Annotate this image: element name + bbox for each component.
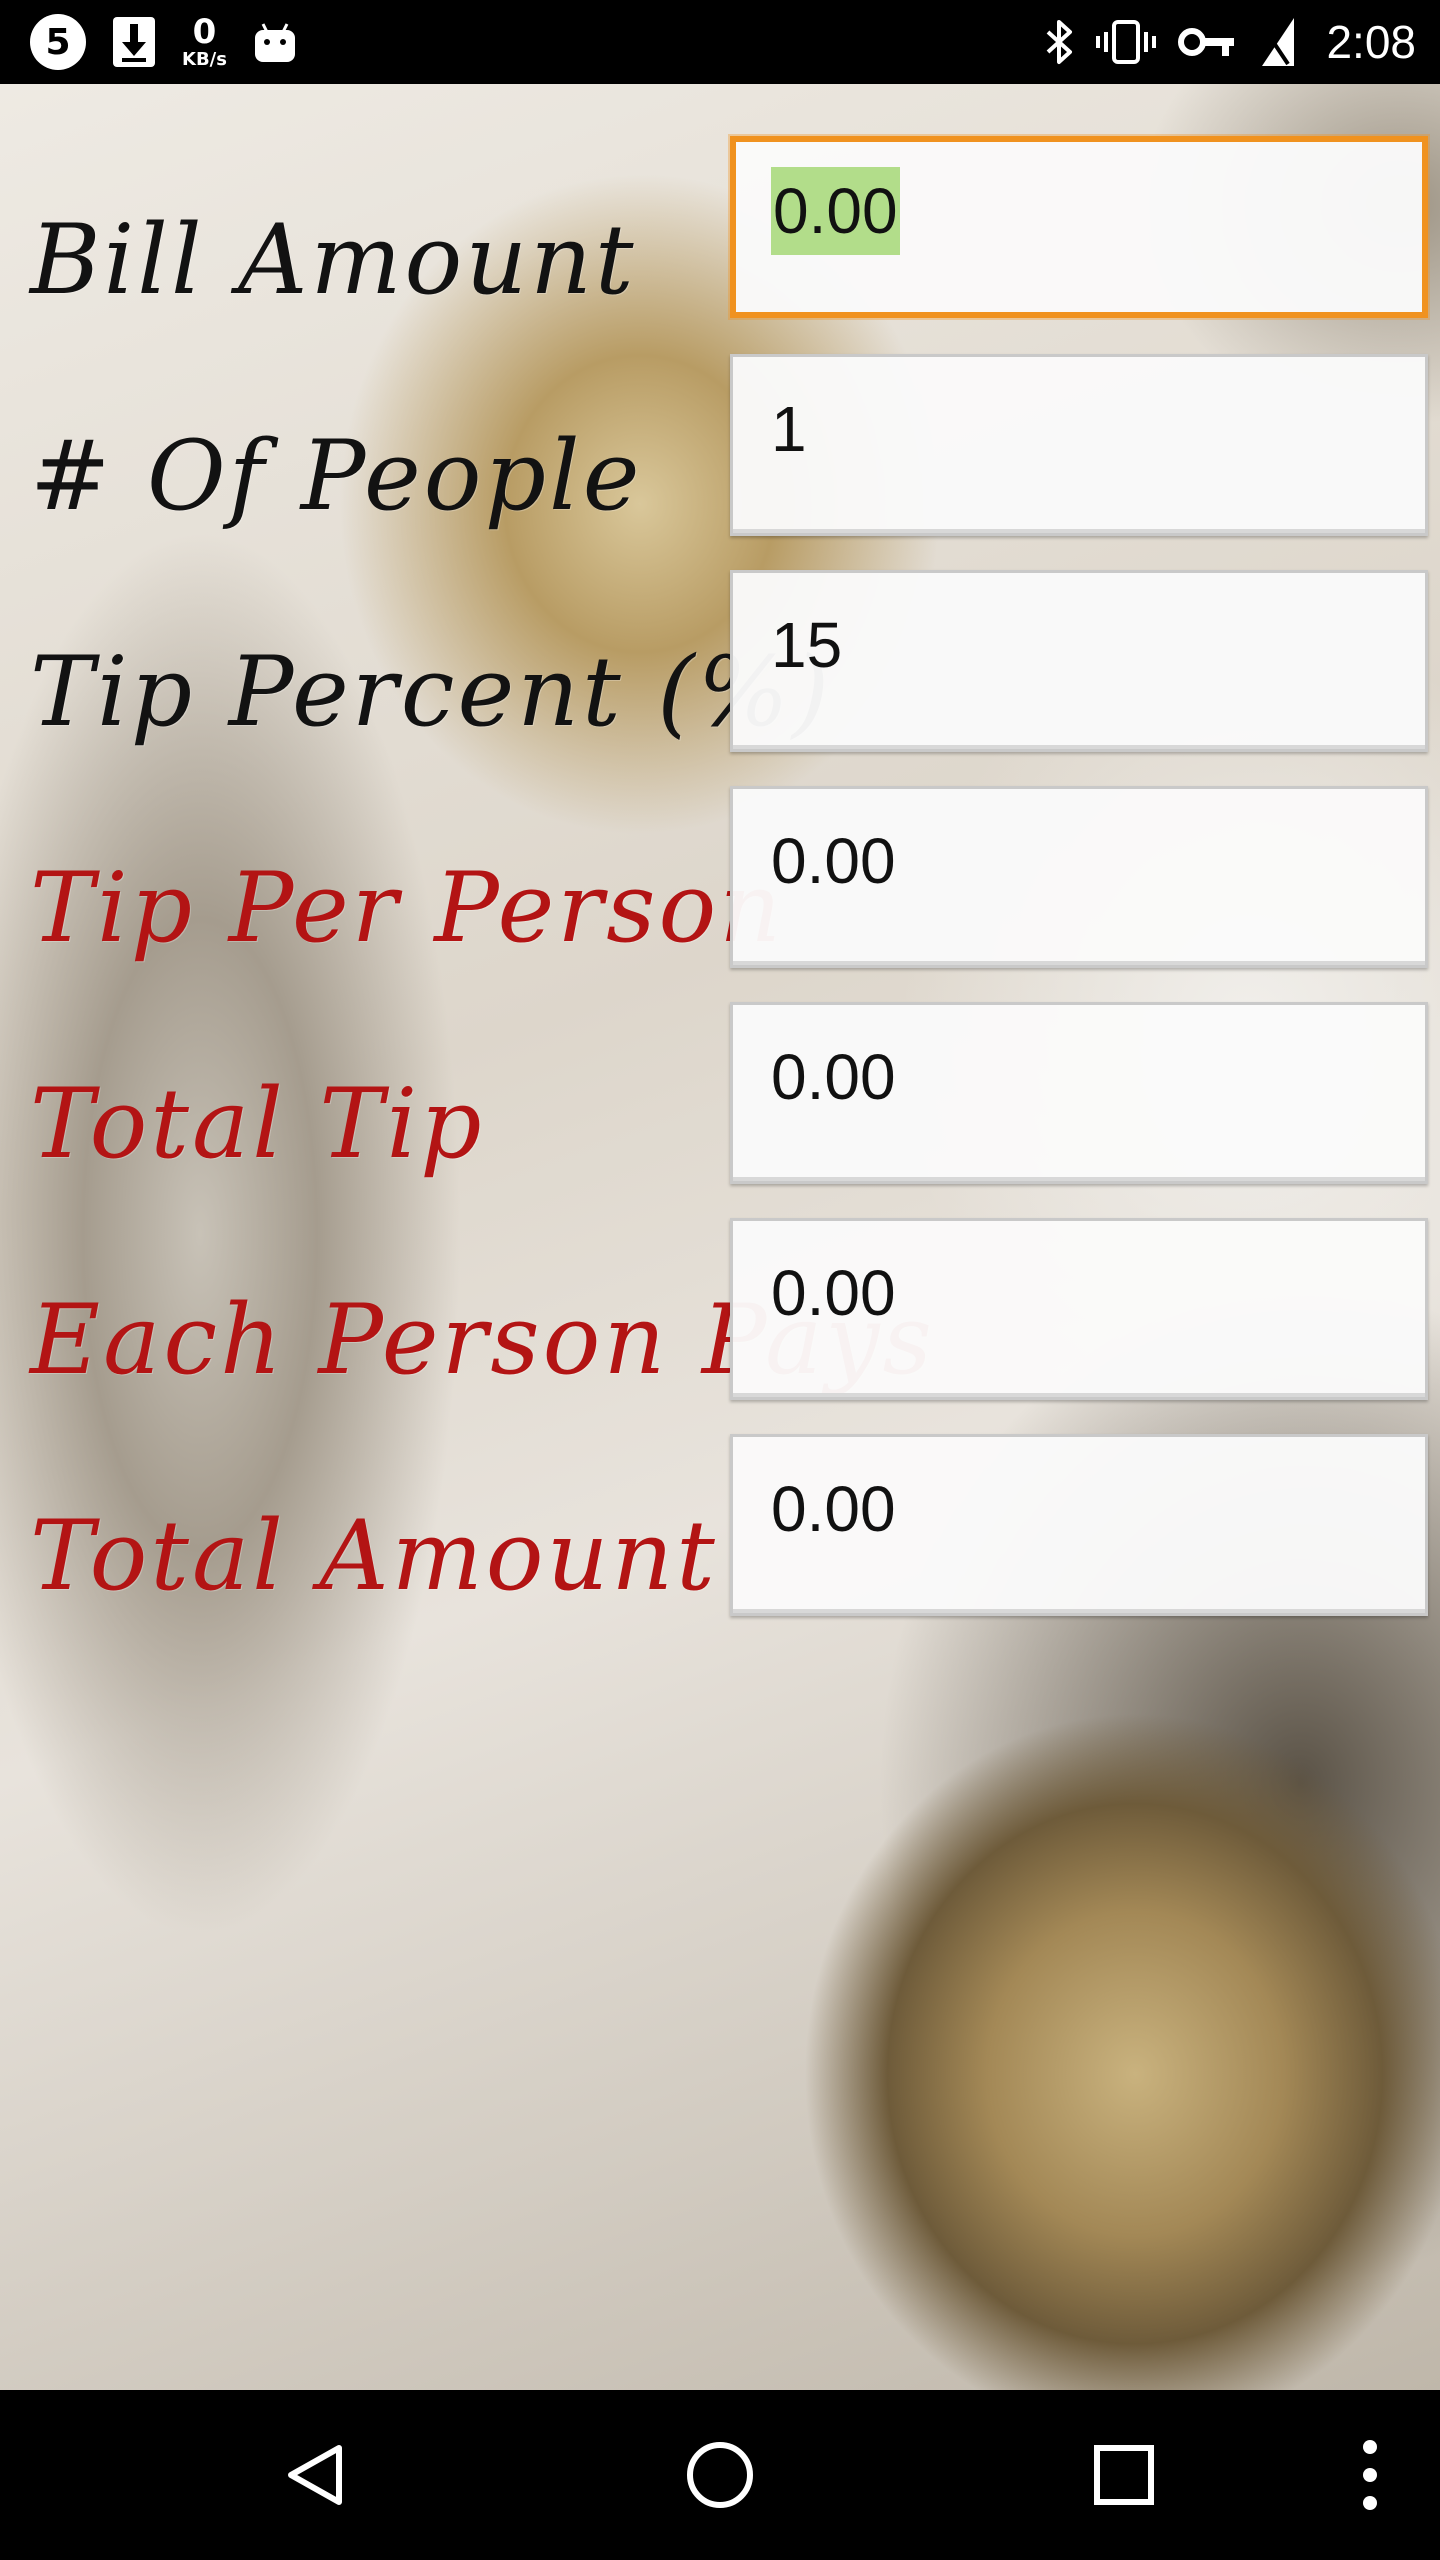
- vibrate-icon: [1096, 18, 1157, 66]
- total-tip-label: Total Tip: [30, 1068, 485, 1180]
- bill-amount-value: 0.00: [771, 167, 900, 255]
- each-person-pays-value: 0.00: [771, 1257, 896, 1329]
- people-count-value: 1: [771, 393, 807, 465]
- total-amount-value: 0.00: [771, 1473, 896, 1545]
- bill-amount-selected-text: 0.00: [771, 167, 900, 255]
- recents-button[interactable]: [1074, 2425, 1174, 2525]
- status-bar: 5 0 KB/s 2:08: [0, 0, 1440, 84]
- tip-percent-label: Tip Percent (%): [30, 636, 833, 748]
- tip-calculator-form: Bill Amount 0.00 # Of People 1 Tip Perce…: [0, 84, 1440, 2390]
- tip-per-person-field[interactable]: 0.00: [730, 786, 1428, 968]
- net-speed-indicator: 0 KB/s: [182, 12, 227, 70]
- tip-per-person-label: Tip Per Person: [30, 852, 785, 964]
- tip-percent-value: 15: [771, 609, 843, 681]
- vpn-key-icon: [1178, 24, 1236, 60]
- people-count-label: # Of People: [30, 420, 643, 532]
- total-tip-value: 0.00: [771, 1041, 896, 1113]
- navigation-bar: [0, 2390, 1440, 2560]
- clock: 2:08: [1326, 16, 1416, 68]
- android-icon: [253, 20, 297, 64]
- signal-off-icon: [1258, 16, 1298, 68]
- home-button[interactable]: [670, 2425, 770, 2525]
- home-icon: [687, 2442, 753, 2508]
- recents-icon: [1094, 2445, 1154, 2505]
- bill-amount-input[interactable]: 0.00: [730, 136, 1428, 318]
- each-person-pays-field[interactable]: 0.00: [730, 1218, 1428, 1400]
- total-tip-field[interactable]: 0.00: [730, 1002, 1428, 1184]
- tip-per-person-value: 0.00: [771, 825, 896, 897]
- download-icon: [112, 16, 156, 68]
- back-icon: [288, 2445, 342, 2505]
- bluetooth-icon: [1044, 18, 1074, 66]
- app-screen: 5 0 KB/s 2:08 Bill Amount 0.00 # Of Peop…: [0, 0, 1440, 2560]
- bill-amount-label: Bill Amount: [30, 204, 637, 316]
- total-amount-field[interactable]: 0.00: [730, 1434, 1428, 1616]
- total-amount-label: Total Amount: [30, 1500, 718, 1612]
- tip-percent-input[interactable]: 15: [730, 570, 1428, 752]
- app-5-icon: 5: [30, 14, 86, 70]
- back-button[interactable]: [266, 2425, 366, 2525]
- overflow-menu-button[interactable]: [1320, 2425, 1420, 2525]
- overflow-menu-icon: [1363, 2440, 1377, 2510]
- people-count-input[interactable]: 1: [730, 354, 1428, 536]
